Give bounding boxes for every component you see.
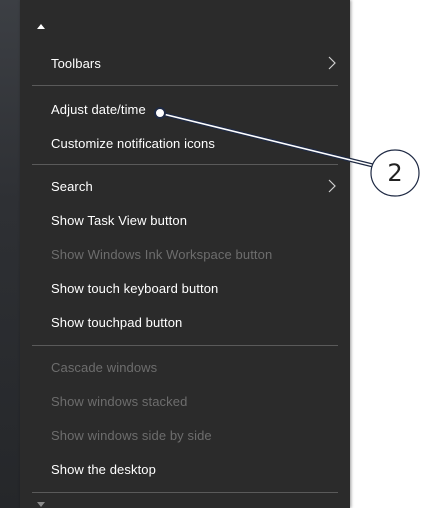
menu-item-show-task-view-button[interactable]: Show Task View button — [20, 203, 350, 237]
menu-item-show-the-desktop[interactable]: Show the desktop — [20, 452, 350, 486]
menu-item-label: Cascade windows — [51, 359, 158, 375]
menu-item-label: Customize notification icons — [51, 135, 215, 151]
menu-item-toolbars[interactable]: Toolbars — [20, 46, 350, 80]
menu-item-show-touch-keyboard-button[interactable]: Show touch keyboard button — [20, 271, 350, 305]
scroll-down-arrow-icon[interactable] — [37, 502, 45, 507]
menu-item-show-windows-side-by-side: Show windows side by side — [20, 418, 350, 452]
menu-item-search[interactable]: Search — [20, 169, 350, 203]
menu-item-label: Show Task View button — [51, 212, 188, 228]
menu-item-label: Show windows side by side — [51, 427, 212, 443]
scroll-up-arrow-icon[interactable] — [37, 24, 45, 29]
menu-separator — [32, 492, 338, 493]
chevron-right-icon — [328, 179, 336, 193]
menu-item-customize-notification-icons[interactable]: Customize notification icons — [20, 126, 350, 160]
menu-item-show-touchpad-button[interactable]: Show touchpad button — [20, 305, 350, 339]
menu-item-show-windows-ink-workspace-button: Show Windows Ink Workspace button — [20, 237, 350, 271]
menu-separator — [32, 85, 338, 86]
menu-item-adjust-date-time[interactable]: Adjust date/time — [20, 92, 350, 126]
menu-item-label: Show Windows Ink Workspace button — [51, 246, 273, 262]
menu-item-label: Show touch keyboard button — [51, 280, 219, 296]
desktop-background — [0, 0, 20, 508]
chevron-right-icon — [328, 56, 336, 70]
callout-number: 2 — [387, 159, 403, 187]
menu-item-label: Show windows stacked — [51, 393, 188, 409]
menu-separator — [32, 345, 338, 346]
menu-item-label: Search — [51, 178, 93, 194]
screenshot-stage: Toolbars Adjust date/time Customize noti… — [0, 0, 429, 508]
menu-item-label: Show touchpad button — [51, 314, 183, 330]
menu-item-label: Adjust date/time — [51, 101, 146, 117]
menu-separator — [32, 164, 338, 165]
menu-item-cascade-windows: Cascade windows — [20, 350, 350, 384]
taskbar-context-menu: Toolbars Adjust date/time Customize noti… — [20, 0, 350, 508]
menu-item-label: Toolbars — [51, 55, 101, 71]
menu-item-show-windows-stacked: Show windows stacked — [20, 384, 350, 418]
menu-item-label: Show the desktop — [51, 461, 156, 477]
